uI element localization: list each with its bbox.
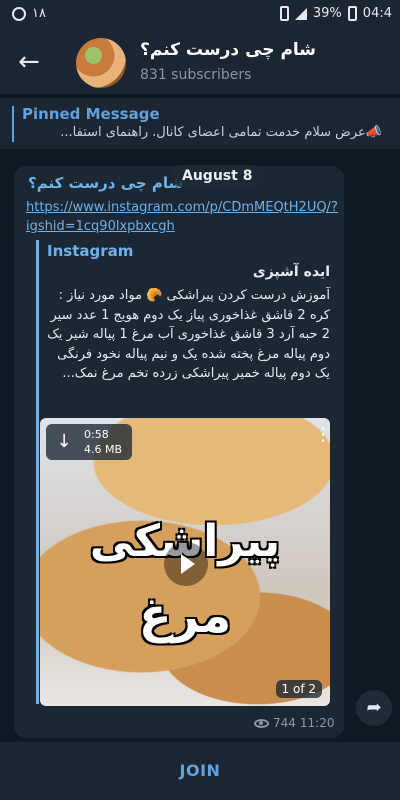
- eye-icon: [254, 718, 269, 728]
- channel-avatar[interactable]: [76, 38, 126, 88]
- instagram-link[interactable]: https://www.instagram.com/p/CDmMEQtH2UQ/…: [26, 198, 338, 236]
- battery-percent: 39%: [312, 6, 342, 21]
- radio-icon: [12, 6, 26, 21]
- battery-icon: [347, 6, 357, 21]
- share-button[interactable]: ➦: [356, 690, 392, 726]
- more-vert-icon[interactable]: ⋮: [314, 426, 330, 444]
- status-left-text: ۱۸: [32, 6, 46, 21]
- media-counter: 1 of 2: [275, 680, 322, 698]
- status-bar: ۱۸ 39% 04:4: [0, 0, 400, 30]
- back-arrow-icon[interactable]: ←: [18, 48, 46, 76]
- date-chip: August 8: [170, 165, 265, 187]
- preview-site-name: Instagram: [47, 242, 134, 260]
- pinned-indicator: [12, 106, 14, 142]
- video-duration: 0:58: [84, 428, 109, 441]
- clock: 04:4: [362, 6, 392, 21]
- chat-header: ← شام چی درست کنم؟ 831 subscribers: [0, 30, 400, 94]
- bottom-bar: JOIN: [0, 742, 400, 800]
- play-button[interactable]: [164, 542, 208, 586]
- signal-icon: [294, 7, 307, 20]
- pinned-message[interactable]: Pinned Message 📣عرض سلام خدمت تمامی اعضا…: [0, 97, 400, 149]
- preview-title: ایده آشپزی: [252, 264, 330, 280]
- pinned-label: Pinned Message: [22, 105, 160, 123]
- video-overlay-line2: مرغ: [138, 588, 232, 644]
- video-thumbnail[interactable]: ↓ 0:58 4.6 MB ⋮ پیراشکی مرغ 1 of 2: [40, 418, 330, 706]
- join-button[interactable]: JOIN: [0, 742, 400, 800]
- video-size: 4.6 MB: [84, 443, 123, 456]
- vibrate-icon: [279, 6, 289, 21]
- preview-description: آموزش درست کردن پیراشکی 🥐 مواد مورد نیاز…: [47, 288, 330, 381]
- view-count: 744: [273, 716, 296, 730]
- pinned-text: 📣عرض سلام خدمت تمامی اعضای کانال. راهنما…: [60, 125, 382, 140]
- message-author: شام چی درست کنم؟: [28, 174, 184, 192]
- message-time: 11:20: [299, 716, 335, 730]
- download-icon[interactable]: ↓: [52, 430, 76, 454]
- message-info: 744 11:20: [254, 716, 335, 730]
- subscriber-count: 831 subscribers: [140, 67, 252, 83]
- video-meta: ↓ 0:58 4.6 MB: [46, 424, 132, 460]
- channel-title[interactable]: شام چی درست کنم؟: [140, 40, 316, 60]
